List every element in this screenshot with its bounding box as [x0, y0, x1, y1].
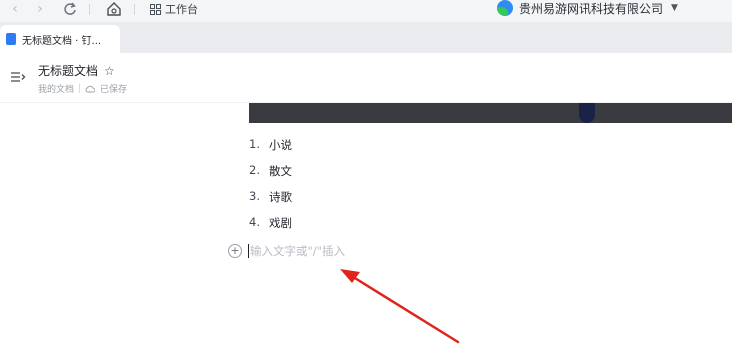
- editor-input-placeholder[interactable]: 输入文字或"/"插入: [250, 243, 345, 259]
- home-icon[interactable]: [104, 0, 124, 18]
- refresh-icon[interactable]: [62, 0, 78, 18]
- list-text: 小说: [269, 138, 292, 152]
- save-status: 已保存: [100, 85, 128, 95]
- grid-icon: [150, 3, 161, 15]
- add-block-icon[interactable]: +: [228, 244, 242, 258]
- annotation-arrow-icon: [340, 269, 460, 344]
- document-header: 无标题文档 ☆ 我的文档 已保存: [0, 53, 732, 103]
- tab-title: 无标题文档 · 钉...: [22, 35, 102, 47]
- doc-icon: [6, 33, 16, 45]
- forward-icon[interactable]: ›: [33, 0, 47, 18]
- workbench-label: 工作台: [165, 3, 198, 16]
- list-text: 戏剧: [269, 216, 292, 230]
- tab-strip: 无标题文档 · 钉...: [0, 22, 732, 53]
- list-item[interactable]: 3. 诗歌: [249, 189, 292, 205]
- location-link[interactable]: 我的文档: [38, 82, 74, 95]
- list-item[interactable]: 1. 小说: [249, 137, 292, 153]
- list-number: 2.: [249, 163, 260, 177]
- star-icon[interactable]: ☆: [104, 64, 115, 78]
- workbench-button[interactable]: 工作台: [150, 1, 198, 17]
- tab-document[interactable]: 无标题文档 · 钉...: [0, 25, 120, 53]
- list-number: 3.: [249, 189, 260, 203]
- caret-down-icon: ▼: [671, 3, 678, 13]
- document-meta: 我的文档 已保存: [38, 82, 127, 95]
- org-switcher[interactable]: 贵州易游网讯科技有限公司 ▼: [497, 0, 678, 16]
- document-title[interactable]: 无标题文档: [38, 62, 98, 79]
- text-cursor: [248, 244, 249, 258]
- menu-expand-icon[interactable]: [10, 70, 26, 84]
- list-item[interactable]: 4. 戏剧: [249, 215, 292, 231]
- cloud-saved-icon: [85, 85, 96, 93]
- document-title-row: 无标题文档 ☆: [38, 62, 115, 79]
- list-number: 1.: [249, 137, 260, 151]
- embedded-image[interactable]: [249, 103, 732, 123]
- list-number: 4.: [249, 215, 260, 229]
- org-name: 贵州易游网讯科技有限公司: [519, 1, 664, 16]
- list-item[interactable]: 2. 散文: [249, 163, 292, 179]
- toolbar-divider: [89, 4, 90, 15]
- list-text: 散文: [269, 164, 292, 178]
- meta-divider: [79, 84, 81, 93]
- top-toolbar: ‹ › 工作台 贵州易游网讯科技有限公司 ▼: [0, 0, 732, 22]
- list-text: 诗歌: [269, 190, 292, 204]
- org-logo: [497, 0, 513, 16]
- insert-row: + 输入文字或"/"插入: [228, 243, 345, 259]
- back-icon[interactable]: ‹: [8, 0, 22, 18]
- toolbar-divider: [134, 4, 135, 15]
